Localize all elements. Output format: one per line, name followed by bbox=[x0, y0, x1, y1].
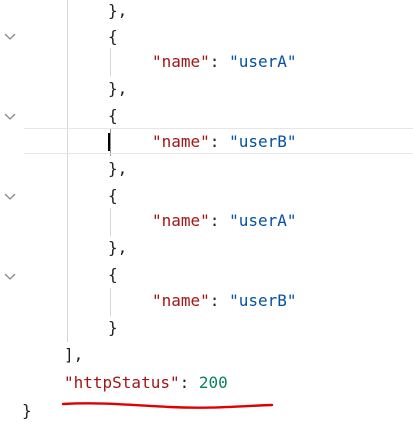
opening-brace: { bbox=[108, 27, 118, 46]
code-line: { bbox=[0, 262, 413, 288]
json-key: "name" bbox=[152, 211, 210, 230]
code-line: }, bbox=[0, 156, 413, 182]
key-value-separator: : bbox=[209, 52, 230, 71]
json-key: "httpStatus" bbox=[64, 373, 180, 392]
opening-brace: { bbox=[108, 106, 118, 125]
code-line: { bbox=[0, 183, 413, 209]
code-line: }, bbox=[0, 0, 413, 24]
code-line: } bbox=[0, 315, 413, 341]
code-line: "name": "userA" bbox=[0, 208, 413, 234]
code-line: }, bbox=[0, 76, 413, 102]
code-line: }, bbox=[0, 235, 413, 261]
json-code-editor[interactable]: }, { "name": "userA" }, { "name": "userB… bbox=[0, 0, 413, 430]
opening-brace: { bbox=[108, 265, 118, 284]
json-number-value: 200 bbox=[198, 373, 228, 392]
json-key: "name" bbox=[152, 291, 210, 310]
code-line: "name": "userB" bbox=[0, 288, 413, 314]
current-line-highlight: "name": "userB" bbox=[24, 128, 413, 154]
json-string-value: "userA" bbox=[229, 211, 297, 230]
code-line: { bbox=[0, 24, 413, 50]
key-value-separator: : bbox=[209, 132, 230, 151]
json-string-value: "userB" bbox=[229, 291, 297, 310]
json-key: "name" bbox=[152, 132, 210, 151]
json-key: "name" bbox=[152, 52, 210, 71]
key-value-separator: : bbox=[209, 211, 230, 230]
opening-brace: { bbox=[108, 186, 118, 205]
red-underline-annotation bbox=[60, 398, 280, 418]
code-line: "name": "userA" bbox=[0, 49, 413, 75]
closing-brace: } bbox=[108, 318, 118, 337]
json-string-value: "userB" bbox=[229, 132, 297, 151]
json-string-value: "userA" bbox=[229, 52, 297, 71]
closing-brace: } bbox=[22, 401, 32, 420]
code-line: ], bbox=[0, 342, 413, 368]
closing-brace: }, bbox=[108, 159, 128, 178]
closing-brace: }, bbox=[108, 238, 128, 257]
code-line: "httpStatus": 200 bbox=[0, 370, 413, 396]
text-cursor bbox=[108, 133, 110, 151]
closing-brace: }, bbox=[108, 1, 128, 20]
key-value-separator: : bbox=[179, 373, 199, 392]
closing-bracket: ], bbox=[64, 345, 84, 364]
code-line: { bbox=[0, 103, 413, 129]
closing-brace: }, bbox=[108, 79, 128, 98]
key-value-separator: : bbox=[209, 291, 230, 310]
